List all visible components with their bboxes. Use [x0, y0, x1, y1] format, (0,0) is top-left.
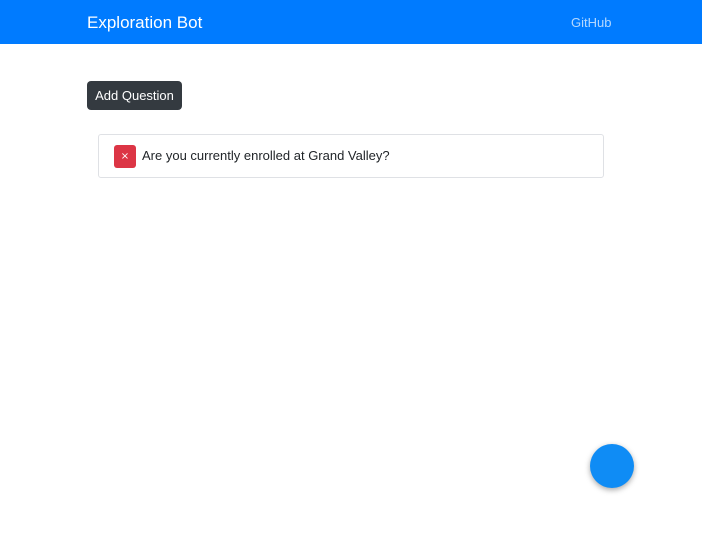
- chat-bubble-icon[interactable]: [590, 444, 634, 488]
- question-text: Are you currently enrolled at Grand Vall…: [142, 148, 390, 163]
- top-navbar: Exploration Bot GitHub: [0, 0, 702, 44]
- brand-title[interactable]: Exploration Bot: [87, 12, 202, 34]
- github-link[interactable]: GitHub: [571, 14, 611, 32]
- delete-question-button[interactable]: ×: [114, 145, 136, 168]
- add-question-button[interactable]: Add Question: [87, 81, 182, 110]
- question-card: × Are you currently enrolled at Grand Va…: [98, 134, 604, 178]
